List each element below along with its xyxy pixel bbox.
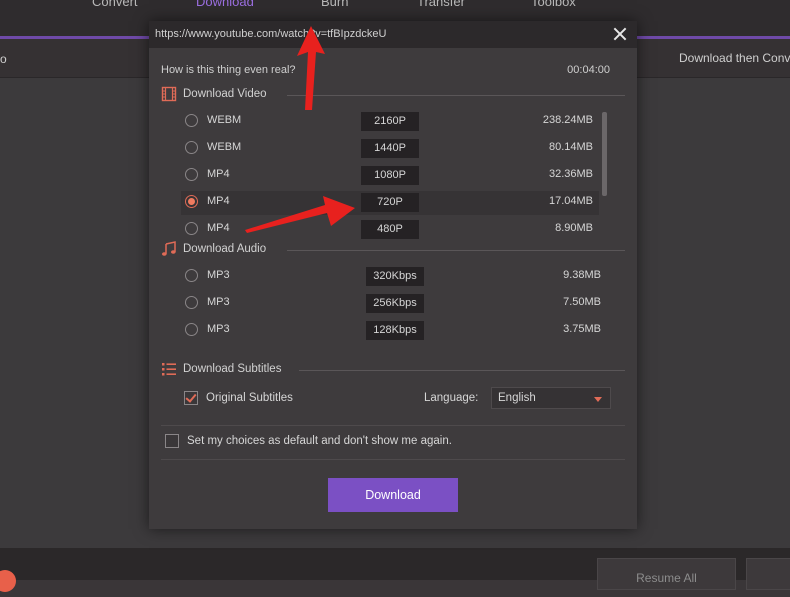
download-audio-section: Download Audio [161, 241, 625, 259]
video-url: https://www.youtube.com/watch?v=tfBIpzdc… [155, 28, 387, 40]
video-format: MP4 [207, 222, 230, 234]
download-video-section: Download Video [161, 86, 625, 104]
resume-all-button[interactable]: Resume All [597, 558, 736, 590]
audio-option-radio[interactable] [185, 323, 198, 336]
video-option-row[interactable]: MP4 480P 8.90MB [181, 218, 599, 242]
dialog-title-bar: https://www.youtube.com/watch?v=tfBIpzdc… [149, 21, 637, 48]
video-duration: 00:04:00 [567, 64, 610, 76]
audio-quality-badge: 128Kbps [366, 321, 424, 340]
video-file-size: 17.04MB [548, 195, 593, 207]
download-subtitles-label: Download Subtitles [183, 363, 282, 375]
divider [161, 425, 625, 426]
language-value: English [498, 392, 536, 404]
audio-option-radio[interactable] [185, 269, 198, 282]
audio-option-row[interactable]: MP3 320Kbps 9.38MB [181, 265, 607, 289]
section-divider [299, 370, 625, 371]
list-icon [162, 363, 176, 376]
video-file-size: 32.36MB [548, 168, 593, 180]
video-quality-badge: 1440P [361, 139, 419, 158]
download-dialog: https://www.youtube.com/watch?v=tfBIpzdc… [149, 21, 637, 529]
download-audio-label: Download Audio [183, 243, 267, 255]
video-option-row[interactable]: WEBM 1440P 80.14MB [181, 137, 599, 161]
section-divider [287, 95, 625, 96]
tab-toolbox[interactable]: Toolbox [531, 0, 576, 9]
language-dropdown[interactable]: English [491, 387, 611, 409]
video-format: WEBM [207, 114, 242, 126]
video-option-radio[interactable] [185, 195, 198, 208]
audio-option-radio[interactable] [185, 296, 198, 309]
video-format: MP4 [207, 168, 230, 180]
section-divider [287, 250, 625, 251]
audio-format: MP3 [207, 269, 230, 281]
download-video-label: Download Video [183, 88, 267, 100]
video-option-row[interactable]: MP4 1080P 32.36MB [181, 164, 599, 188]
audio-file-size: 3.75MB [563, 323, 601, 335]
tab-download[interactable]: Download [196, 0, 254, 9]
tab-transfer[interactable]: Transfer [417, 0, 465, 9]
tab-burn[interactable]: Burn [321, 0, 348, 9]
video-file-size: 80.14MB [548, 141, 593, 153]
video-quality-badge: 480P [361, 220, 419, 239]
original-subtitles-checkbox[interactable] [184, 391, 198, 405]
divider [161, 459, 625, 460]
download-subtitles-section: Download Subtitles [161, 361, 625, 379]
close-icon[interactable] [611, 25, 629, 43]
status-dot-icon [0, 570, 16, 592]
music-note-icon [162, 241, 176, 256]
pause-all-button[interactable] [746, 558, 790, 590]
audio-option-row[interactable]: MP3 256Kbps 7.50MB [181, 292, 607, 316]
video-quality-badge: 720P [361, 193, 419, 212]
original-subtitles-label: Original Subtitles [206, 392, 293, 404]
video-option-radio[interactable] [185, 141, 198, 154]
subbar-left-text: o [0, 52, 7, 66]
video-format: MP4 [207, 195, 230, 207]
tab-convert[interactable]: Convert [92, 0, 138, 9]
video-file-size: 238.24MB [542, 114, 593, 126]
video-option-radio[interactable] [185, 222, 198, 235]
video-title: How is this thing even real? [161, 64, 296, 76]
default-choice-checkbox[interactable] [165, 434, 179, 448]
download-then-convert-toggle[interactable]: Download then Conv [679, 51, 790, 65]
audio-quality-badge: 256Kbps [366, 294, 424, 313]
video-quality-badge: 1080P [361, 166, 419, 185]
audio-file-size: 7.50MB [563, 296, 601, 308]
video-file-size: 8.90MB [555, 222, 593, 234]
audio-file-size: 9.38MB [563, 269, 601, 281]
audio-format: MP3 [207, 296, 230, 308]
audio-option-row[interactable]: MP3 128Kbps 3.75MB [181, 319, 607, 343]
video-list-scrollbar[interactable] [602, 112, 607, 196]
video-quality-badge: 2160P [361, 112, 419, 131]
video-option-row-selected[interactable]: MP4 720P 17.04MB [181, 191, 599, 215]
video-option-radio[interactable] [185, 168, 198, 181]
chevron-down-icon [594, 397, 602, 402]
audio-quality-badge: 320Kbps [366, 267, 424, 286]
video-option-radio[interactable] [185, 114, 198, 127]
video-format: WEBM [207, 141, 242, 153]
video-option-row[interactable]: WEBM 2160P 238.24MB [181, 110, 599, 134]
film-icon [161, 86, 177, 102]
audio-format: MP3 [207, 323, 230, 335]
download-button[interactable]: Download [328, 478, 458, 512]
language-label: Language: [424, 392, 479, 404]
default-choice-label: Set my choices as default and don't show… [187, 435, 452, 447]
